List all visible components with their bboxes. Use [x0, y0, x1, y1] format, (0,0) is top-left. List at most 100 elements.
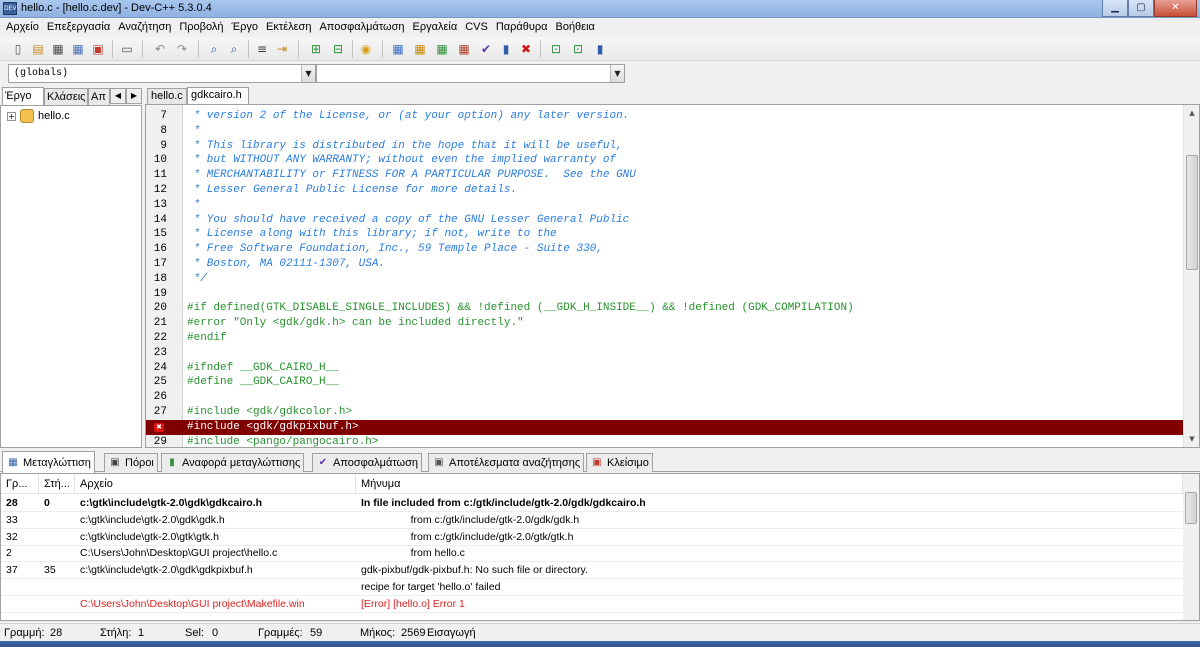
scope-dropdown[interactable]: (globals) ▼: [8, 64, 316, 83]
code-line[interactable]: 22 #endif: [146, 331, 1186, 346]
tree-item-hello-c[interactable]: + hello.c: [7, 109, 70, 123]
menu-help[interactable]: Βοήθεια: [551, 18, 598, 37]
messages-scrollbar[interactable]: [1183, 474, 1199, 620]
scroll-thumb[interactable]: [1185, 492, 1197, 524]
members-dropdown[interactable]: ▼: [316, 64, 625, 83]
menu-project[interactable]: Έργο: [228, 18, 263, 37]
chevron-down-icon[interactable]: ▼: [301, 65, 315, 82]
close-button[interactable]: ✕: [1154, 0, 1197, 17]
code-line-error[interactable]: 28#include <gdk/gdkpixbuf.h>✖: [146, 419, 1186, 435]
column-header-col[interactable]: Στή...: [39, 474, 75, 494]
project-options-icon[interactable]: ◉: [356, 39, 376, 59]
tab-scroll-right-icon[interactable]: ▶: [126, 88, 142, 104]
tab-debug[interactable]: ✔ Αποσφαλμάτωση: [312, 453, 423, 472]
check-syntax-icon[interactable]: ✔: [476, 39, 496, 59]
code-line[interactable]: 25 #define __GDK_CAIRO_H__: [146, 375, 1186, 390]
menu-file[interactable]: Αρχείο: [2, 18, 43, 37]
column-header-file[interactable]: Αρχείο: [75, 474, 356, 494]
code-line[interactable]: 23: [146, 346, 1186, 361]
tab-find-results[interactable]: ▣ Αποτέλεσματα αναζήτησης: [428, 453, 585, 472]
message-row[interactable]: C:\Users\John\Desktop\GUI project\Makefi…: [1, 596, 1186, 613]
code-editor[interactable]: 7 * version 2 of the License, or (at you…: [145, 104, 1200, 448]
code-line[interactable]: 14 * You should have received a copy of …: [146, 213, 1186, 228]
minimize-button[interactable]: ▁: [1102, 0, 1128, 17]
new-file-icon[interactable]: ▯: [8, 39, 28, 59]
message-row[interactable]: recipe for target 'hello.o' failed: [1, 579, 1186, 596]
tab-compile-log[interactable]: ▮ Αναφορά μεταγλώττισης: [161, 453, 305, 472]
menu-view[interactable]: Προβολή: [175, 18, 227, 37]
tab-debug-watch[interactable]: Απ: [88, 88, 110, 105]
replace-icon[interactable]: ⌕: [224, 39, 244, 59]
undo-icon[interactable]: ↶: [150, 39, 170, 59]
scroll-up-icon[interactable]: ▲: [1184, 105, 1199, 121]
add-to-project-icon[interactable]: ⊞: [306, 39, 326, 59]
expand-icon[interactable]: +: [7, 111, 16, 121]
code-line[interactable]: 15 * License along with this library; if…: [146, 227, 1186, 242]
code-text: #define __GDK_CAIRO_H__: [187, 376, 339, 389]
close-file-icon[interactable]: ▣: [88, 39, 108, 59]
new-class-icon[interactable]: ⊡: [546, 39, 566, 59]
code-line[interactable]: 12 * Lesser General Public License for m…: [146, 183, 1186, 198]
message-row[interactable]: 37 35 c:\gtk\include\gtk-2.0\gdk\gdkpixbuf…: [1, 562, 1186, 580]
tab-project[interactable]: Έργο: [2, 87, 44, 105]
code-line[interactable]: 13 *: [146, 198, 1186, 213]
rebuild-icon[interactable]: ▦: [454, 39, 474, 59]
code-line[interactable]: 19: [146, 287, 1186, 302]
tab-resources[interactable]: ▣ Πόροι: [104, 453, 158, 472]
tab-classes[interactable]: Κλάσεις: [44, 88, 88, 105]
indent-icon[interactable]: ≡: [252, 39, 272, 59]
menu-cvs[interactable]: CVS: [461, 18, 492, 37]
redo-icon[interactable]: ↷: [172, 39, 192, 59]
code-line[interactable]: 8 *: [146, 124, 1186, 139]
stop-icon[interactable]: ✖: [516, 39, 536, 59]
tab-close-panel[interactable]: ▣ Κλείσιμο: [586, 453, 653, 472]
menu-tools[interactable]: Εργαλεία: [409, 18, 462, 37]
tab-hello-c[interactable]: hello.c: [147, 88, 187, 104]
code-line[interactable]: 21 #error "Only <gdk/gdk.h> can be includ…: [146, 316, 1186, 331]
compile-icon[interactable]: ▦: [388, 39, 408, 59]
code-line[interactable]: 27 #include <gdk/gdkcolor.h>: [146, 405, 1186, 420]
maximize-button[interactable]: ▢: [1128, 0, 1154, 17]
code-line[interactable]: 26: [146, 390, 1186, 405]
code-line[interactable]: 24 #ifndef __GDK_CAIRO_H__: [146, 361, 1186, 376]
menu-edit[interactable]: Επεξεργασία: [43, 18, 114, 37]
print-icon[interactable]: ▭: [117, 39, 137, 59]
tab-compiler[interactable]: ▦ Μεταγλώττιση: [2, 451, 95, 473]
code-line[interactable]: 10 * but WITHOUT ANY WARRANTY; without e…: [146, 153, 1186, 168]
message-row[interactable]: 32 c:\gtk\include\gtk-2.0\gtk\gtk.h from …: [1, 529, 1186, 546]
code-line[interactable]: 18 */: [146, 272, 1186, 287]
code-line[interactable]: 11 * MERCHANTABILITY or FITNESS FOR A PA…: [146, 168, 1186, 183]
save-icon[interactable]: ▦: [48, 39, 68, 59]
code-line[interactable]: 7 * version 2 of the License, or (at you…: [146, 109, 1186, 124]
scroll-down-icon[interactable]: ▼: [1184, 431, 1199, 447]
code-line[interactable]: 9 * This library is distributed in the h…: [146, 139, 1186, 154]
new-member-icon[interactable]: ⊡: [568, 39, 588, 59]
code-line[interactable]: 16 * Free Software Foundation, Inc., 59 …: [146, 242, 1186, 257]
help-icon[interactable]: ▮: [590, 39, 610, 59]
tab-gdkcairo-h[interactable]: gdkcairo.h: [187, 87, 249, 105]
chevron-down-icon[interactable]: ▼: [610, 65, 624, 82]
save-all-icon[interactable]: ▦: [68, 39, 88, 59]
message-row[interactable]: 28 0 c:\gtk\include\gtk-2.0\gdk\gdkcairo.h…: [1, 495, 1186, 512]
run-icon[interactable]: ▦: [410, 39, 430, 59]
column-header-message[interactable]: Μήνυμα: [356, 474, 1183, 494]
find-icon[interactable]: ⌕: [204, 39, 224, 59]
column-header-line[interactable]: Γρ...: [1, 474, 39, 494]
message-row[interactable]: 33 c:\gtk\include\gtk-2.0\gdk\gdk.h from …: [1, 512, 1186, 529]
profile-icon[interactable]: ▮: [496, 39, 516, 59]
code-line[interactable]: 29 #include <pango/pangocairo.h>: [146, 435, 1186, 447]
remove-from-project-icon[interactable]: ⊟: [328, 39, 348, 59]
menu-window[interactable]: Παράθυρα: [492, 18, 552, 37]
editor-scrollbar[interactable]: ▲ ▼: [1183, 105, 1199, 447]
scroll-thumb[interactable]: [1186, 155, 1198, 270]
message-row[interactable]: 2 C:\Users\John\Desktop\GUI project\hello…: [1, 545, 1186, 563]
menu-execute[interactable]: Εκτέλεση: [262, 18, 315, 37]
code-line[interactable]: 20 #if defined(GTK_DISABLE_SINGLE_INCLUDE…: [146, 301, 1186, 316]
tab-scroll-left-icon[interactable]: ◀: [110, 88, 126, 104]
code-line[interactable]: 17 * Boston, MA 02111-1307, USA.: [146, 257, 1186, 272]
open-file-icon[interactable]: ▤: [28, 39, 48, 59]
goto-line-icon[interactable]: ⇥: [272, 39, 292, 59]
menu-debug[interactable]: Αποσφαλμάτωση: [315, 18, 408, 37]
menu-search[interactable]: Αναζήτηση: [114, 18, 175, 37]
compile-run-icon[interactable]: ▦: [432, 39, 452, 59]
